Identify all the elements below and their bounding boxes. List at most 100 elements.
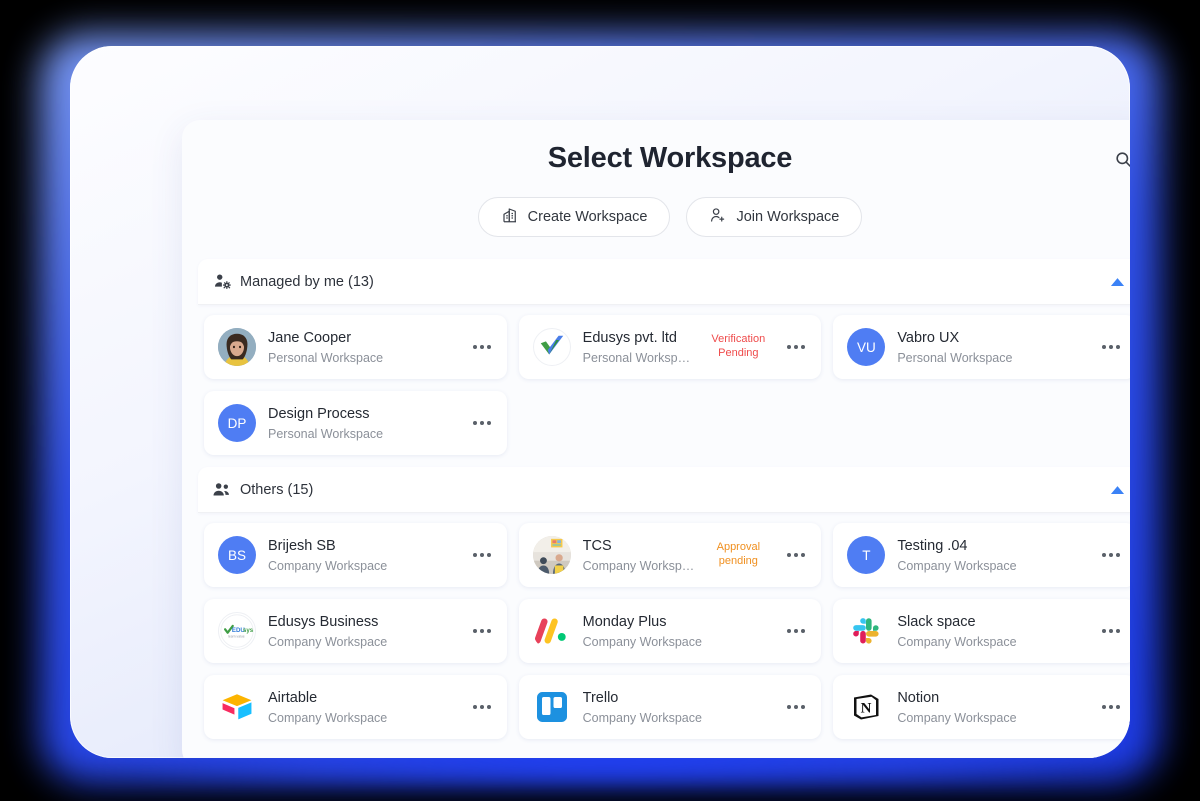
workspace-name: Brijesh SB bbox=[268, 538, 336, 555]
workspace-card[interactable]: T Testing .04 Company Workspace bbox=[833, 523, 1130, 587]
workspace-type: Personal Workspace bbox=[268, 350, 384, 365]
more-dot bbox=[801, 553, 806, 557]
workspace-selector-panel: Select Workspace Create Workspace Join W… bbox=[182, 120, 1130, 758]
more-dot bbox=[486, 629, 491, 633]
avatar-initials: DP bbox=[227, 415, 247, 431]
more-dot bbox=[1101, 705, 1106, 709]
monday-logo bbox=[533, 612, 571, 650]
workspace-card[interactable]: Slack space Company Workspace bbox=[833, 599, 1130, 663]
more-dot bbox=[1108, 345, 1113, 349]
card-menu-button[interactable] bbox=[1098, 694, 1124, 720]
svg-text:sys: sys bbox=[243, 627, 254, 634]
join-workspace-button[interactable]: Join Workspace bbox=[686, 197, 863, 237]
initials-avatar: T bbox=[847, 536, 886, 574]
avatar-photo bbox=[218, 328, 256, 366]
workspace-name: Notion bbox=[897, 690, 940, 707]
triangle-up-icon[interactable] bbox=[1106, 271, 1128, 293]
workspace-card[interactable]: N Notion Company Workspace bbox=[833, 675, 1130, 739]
workspace-card-text: Jane Cooper Personal Workspace bbox=[268, 329, 457, 364]
workspace-card[interactable]: Jane Cooper Personal Workspace bbox=[204, 315, 507, 379]
more-dot bbox=[486, 553, 491, 557]
monday-logo bbox=[534, 618, 566, 644]
section-managed-by-me: Managed by me (13) Jane Cooper Personal W… bbox=[182, 259, 1130, 467]
slack-logo bbox=[847, 612, 885, 650]
workspace-name: Airtable bbox=[268, 690, 318, 707]
create-workspace-label: Create Workspace bbox=[527, 209, 648, 225]
card-menu-button[interactable] bbox=[469, 334, 495, 360]
workspace-card[interactable]: Edusys pvt. ltd Personal Workspace Verific… bbox=[518, 315, 822, 379]
card-menu-button[interactable] bbox=[783, 618, 809, 644]
more-dot bbox=[1108, 553, 1113, 557]
create-workspace-button[interactable]: Create Workspace bbox=[477, 197, 671, 237]
more-dot bbox=[801, 705, 806, 709]
more-dot bbox=[1101, 629, 1106, 633]
card-menu-button[interactable] bbox=[1098, 334, 1124, 360]
workspace-card-text: Brijesh SB Company Workspace bbox=[268, 537, 457, 572]
workspace-card[interactable]: Airtable Company Workspace bbox=[204, 675, 507, 739]
more-dot bbox=[486, 705, 491, 709]
more-dot bbox=[1115, 629, 1120, 633]
trello-logo bbox=[533, 688, 571, 726]
workspace-card[interactable]: Monday Plus Company Workspace bbox=[518, 599, 822, 663]
section-header-managed-by-me[interactable]: Managed by me (13) bbox=[198, 259, 1130, 305]
workspace-card-text: Edusys pvt. ltd Personal Workspace bbox=[583, 329, 696, 364]
more-dot bbox=[794, 705, 799, 709]
status-badge: Approval pending bbox=[716, 541, 761, 567]
initials-avatar: BS bbox=[218, 536, 256, 574]
card-menu-button[interactable] bbox=[783, 334, 809, 360]
initials-avatar: DP bbox=[218, 404, 256, 442]
workspace-card[interactable]: DP Design Process Personal Workspace bbox=[204, 391, 507, 455]
more-dot bbox=[787, 553, 792, 557]
card-menu-button[interactable] bbox=[469, 542, 495, 568]
more-dot bbox=[479, 705, 484, 709]
airtable-logo bbox=[218, 688, 256, 726]
card-menu-button[interactable] bbox=[1098, 542, 1124, 568]
workspace-type: Company Workspace bbox=[582, 634, 702, 649]
more-dot bbox=[801, 345, 806, 349]
more-dot bbox=[472, 345, 477, 349]
more-dot bbox=[787, 705, 792, 709]
card-menu-button[interactable] bbox=[469, 694, 495, 720]
card-menu-button[interactable] bbox=[1098, 618, 1124, 644]
edusys-check-logo bbox=[532, 328, 571, 366]
workspace-name: Vabro UX bbox=[897, 330, 960, 347]
page-title: Select Workspace bbox=[547, 142, 793, 174]
workspace-card[interactable]: Trello Company Workspace bbox=[518, 675, 822, 739]
more-dot bbox=[1101, 345, 1106, 349]
workspace-card-text: Testing .04 Company Workspace bbox=[897, 537, 1086, 572]
triangle-up-icon[interactable] bbox=[1106, 479, 1128, 501]
workspace-name: Testing .04 bbox=[897, 538, 968, 555]
card-menu-button[interactable] bbox=[469, 410, 495, 436]
workspace-card-text: Edusys Business Company Workspace bbox=[268, 613, 457, 648]
card-menu-button[interactable] bbox=[783, 542, 809, 568]
workspace-card[interactable]: VU Vabro UX Personal Workspace bbox=[833, 315, 1130, 379]
workspace-name: Trello bbox=[582, 690, 619, 707]
section-title: Others (15) bbox=[240, 481, 314, 498]
more-dot bbox=[801, 629, 806, 633]
join-workspace-label: Join Workspace bbox=[736, 209, 840, 225]
more-dot bbox=[472, 629, 477, 633]
sections-container: Managed by me (13) Jane Cooper Personal W… bbox=[182, 259, 1130, 751]
section-header-others[interactable]: Others (15) bbox=[198, 467, 1130, 513]
workspace-name: Design Process bbox=[268, 406, 370, 423]
workspace-card[interactable]: EDU sys learn.value Edusys Business Compa… bbox=[204, 599, 507, 663]
svg-text:learn.value: learn.value bbox=[228, 634, 245, 638]
edusys-business-logo: EDU sys learn.value bbox=[220, 614, 254, 648]
page-root: Select Workspace Create Workspace Join W… bbox=[0, 0, 1200, 801]
workspace-name: Edusys Business bbox=[268, 614, 379, 631]
more-dot bbox=[479, 553, 484, 557]
person-add-icon bbox=[709, 206, 727, 228]
workspace-card[interactable]: TCS Company Workspace Approval pending bbox=[518, 523, 822, 587]
more-dot bbox=[1101, 553, 1106, 557]
workspace-card[interactable]: BS Brijesh SB Company Workspace bbox=[204, 523, 507, 587]
more-dot bbox=[787, 629, 792, 633]
card-menu-button[interactable] bbox=[783, 694, 809, 720]
people-group-icon bbox=[212, 480, 232, 500]
more-dot bbox=[1115, 705, 1120, 709]
search-icon[interactable] bbox=[1110, 146, 1130, 172]
more-dot bbox=[794, 553, 799, 557]
section-title: Managed by me (13) bbox=[240, 273, 374, 290]
more-dot bbox=[479, 421, 484, 425]
card-menu-button[interactable] bbox=[469, 618, 495, 644]
workspace-type: Company Workspace bbox=[268, 558, 388, 573]
